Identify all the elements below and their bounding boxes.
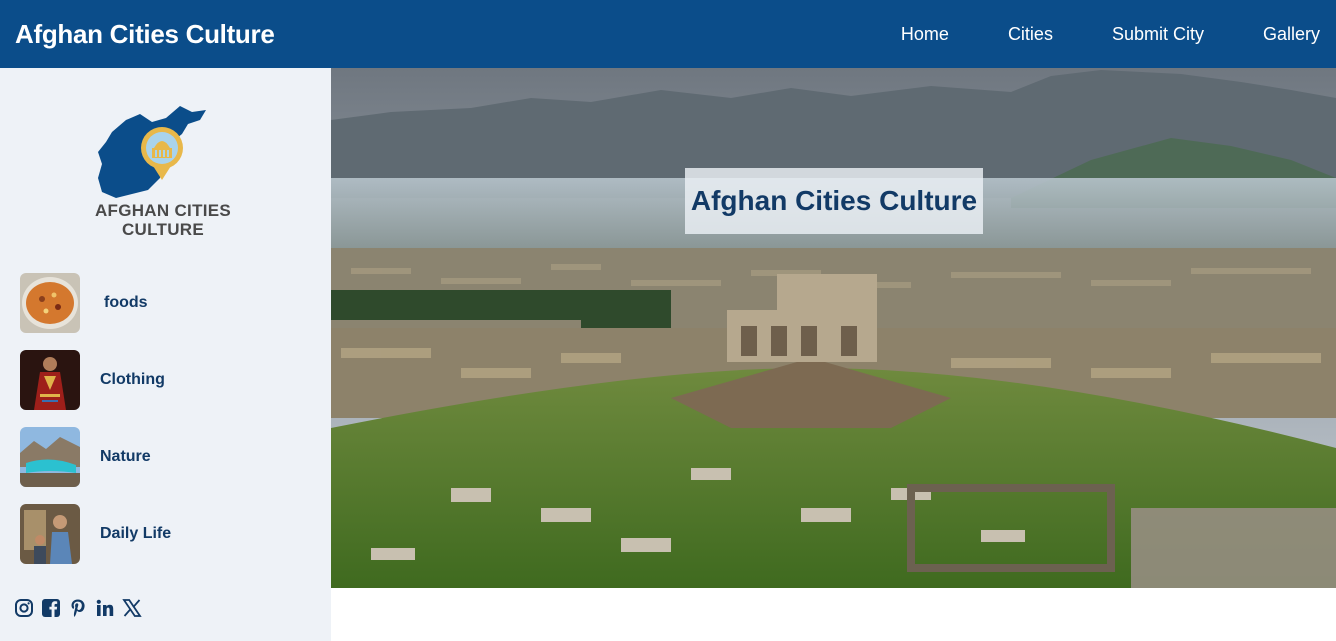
nav-home-link[interactable]: Home xyxy=(901,24,949,45)
sidebar: AFGHAN CITIES CULTURE foods Clothing Nat… xyxy=(0,68,331,641)
category-daily-life[interactable]: Daily Life xyxy=(20,504,320,564)
logo-text: AFGHAN CITIES CULTURE xyxy=(94,201,232,239)
hero-banner: Afghan Cities Culture xyxy=(331,68,1336,588)
category-foods[interactable]: foods xyxy=(20,273,320,333)
social-links xyxy=(14,598,149,618)
site-brand[interactable]: Afghan Cities Culture xyxy=(15,19,275,50)
clothing-thumbnail xyxy=(20,350,80,410)
facebook-icon[interactable] xyxy=(41,598,61,618)
daily-life-thumbnail xyxy=(20,504,80,564)
city-landscape-image xyxy=(331,68,1336,588)
category-nature[interactable]: Nature xyxy=(20,427,320,487)
category-nature-label: Nature xyxy=(100,448,151,465)
category-foods-label: foods xyxy=(104,294,148,311)
main-nav: Home Cities Submit City Gallery xyxy=(901,24,1320,45)
nature-thumbnail xyxy=(20,427,80,487)
instagram-icon[interactable] xyxy=(14,598,34,618)
foods-thumbnail xyxy=(20,273,80,333)
category-daily-life-label: Daily Life xyxy=(100,525,172,542)
category-clothing[interactable]: Clothing xyxy=(20,350,320,410)
nav-submit-city-link[interactable]: Submit City xyxy=(1112,24,1204,45)
nav-cities-link[interactable]: Cities xyxy=(1008,24,1053,45)
category-clothing-label: Clothing xyxy=(100,371,165,388)
top-nav-bar: Afghan Cities Culture Home Cities Submit… xyxy=(0,0,1336,68)
pinterest-icon[interactable] xyxy=(68,598,88,618)
x-icon[interactable] xyxy=(122,598,142,618)
nav-gallery-link[interactable]: Gallery xyxy=(1263,24,1320,45)
hero-title: Afghan Cities Culture xyxy=(685,168,983,234)
linkedin-icon[interactable] xyxy=(95,598,115,618)
